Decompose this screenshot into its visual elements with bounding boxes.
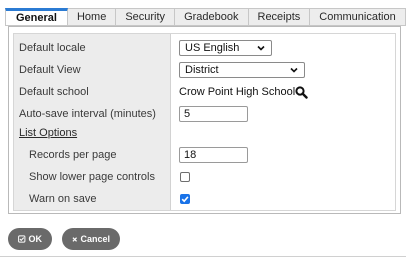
warn-on-save-label: Warn on save [29,193,97,205]
default-locale-label: Default locale [19,42,86,54]
autosave-input[interactable]: 5 [179,106,248,122]
autosave-label: Auto-save interval (minutes) [19,108,156,120]
show-lower-controls-label: Show lower page controls [29,171,155,183]
ok-button[interactable]: OK [8,228,52,250]
check-icon [18,235,26,243]
records-per-page-input[interactable]: 18 [179,147,248,163]
preferences-tabs: General Home Security Gradebook Receipts… [5,8,406,26]
default-view-value: District [185,64,219,76]
default-locale-value: US English [185,42,240,54]
chevron-down-icon [290,67,298,73]
records-per-page-row: Records per page 18 [14,144,397,166]
autosave-row: Auto-save interval (minutes) 5 [14,103,397,125]
tab-receipts[interactable]: Receipts [248,8,311,26]
tab-communication[interactable]: Communication [310,8,406,26]
checkmark-icon [181,196,189,203]
show-lower-controls-checkbox[interactable] [180,172,190,182]
warn-on-save-checkbox[interactable] [180,194,190,204]
general-panel: Default locale US English Default View D… [8,26,401,214]
cancel-label: Cancel [80,234,110,244]
list-options-heading: List Options [19,127,78,139]
default-school-label: Default school [19,86,89,98]
default-view-row: Default View District [14,59,397,81]
show-lower-controls-row: Show lower page controls [14,166,397,188]
default-view-select[interactable]: District [179,62,305,78]
ok-label: OK [28,234,43,244]
default-locale-select[interactable]: US English [179,40,272,56]
chevron-down-icon [257,45,265,51]
tab-general[interactable]: General [5,8,68,26]
close-icon [72,236,78,242]
default-school-value: Crow Point High School [179,86,296,98]
footer-divider [0,256,406,257]
preferences-form: Default locale US English Default View D… [13,33,396,211]
tab-gradebook[interactable]: Gradebook [175,8,249,26]
list-options-row: List Options [14,123,397,143]
default-locale-row: Default locale US English [14,37,397,59]
default-view-label: Default View [19,64,81,76]
records-per-page-label: Records per page [29,149,117,161]
warn-on-save-row: Warn on save [14,188,397,210]
default-school-row: Default school Crow Point High School [14,81,397,103]
tab-home[interactable]: Home [67,8,117,26]
cancel-button[interactable]: Cancel [62,228,120,250]
search-icon[interactable] [295,85,308,99]
tab-security[interactable]: Security [116,8,176,26]
